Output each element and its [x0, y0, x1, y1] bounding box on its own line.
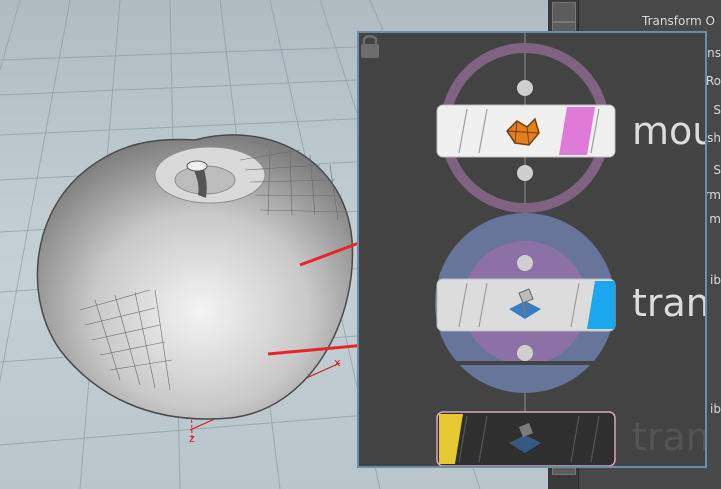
- node-card-trans: [436, 278, 616, 332]
- axis-z-label: z: [189, 432, 195, 445]
- attribute-row[interactable]: rm: [705, 188, 721, 202]
- lock-icon: [361, 35, 379, 58]
- attribute-editor-title[interactable]: Transform O: [642, 14, 715, 28]
- node-card-mou: [436, 104, 616, 158]
- attribute-row[interactable]: S: [713, 163, 721, 177]
- shelf-tool-icon[interactable]: [552, 2, 576, 22]
- attribute-row[interactable]: S: [713, 103, 721, 117]
- node-label-trans[interactable]: trans: [632, 281, 705, 325]
- node-editor-panel[interactable]: mou trans trans: [357, 31, 707, 468]
- attribute-row[interactable]: Ro: [706, 74, 721, 88]
- node-card-trans-2: [436, 411, 616, 466]
- axis-x-label: x: [334, 356, 341, 369]
- attribute-row[interactable]: ib: [710, 402, 721, 416]
- node-label-mou[interactable]: mou: [632, 109, 705, 153]
- attribute-row[interactable]: m: [709, 212, 721, 226]
- attribute-row[interactable]: sh: [707, 131, 721, 145]
- attribute-row[interactable]: ib: [710, 273, 721, 287]
- node-graph: [435, 33, 616, 466]
- node-label-trans-2[interactable]: trans: [632, 415, 705, 459]
- attribute-row[interactable]: ns: [707, 46, 721, 60]
